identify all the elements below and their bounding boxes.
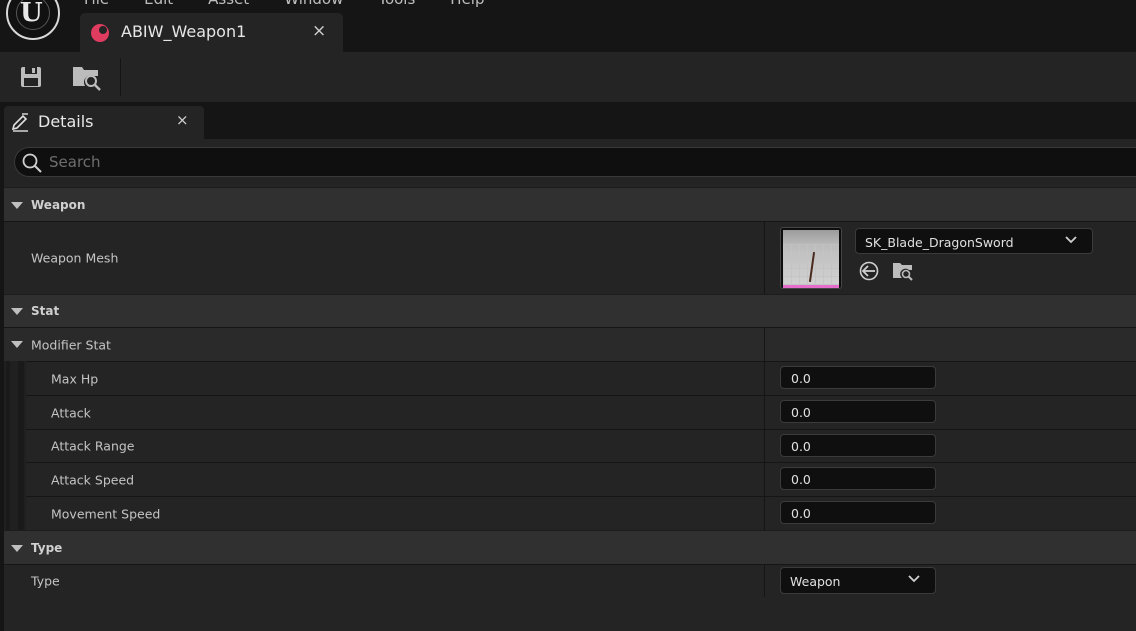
close-details-icon[interactable]: × [176,111,189,129]
document-tab[interactable]: ABIW_Weapon1 × [80,13,343,52]
menu-window[interactable]: Window [284,0,343,8]
menu-tools[interactable]: Tools [378,0,415,8]
category-type[interactable]: Type [4,530,1136,564]
category-label: Modifier Stat [31,337,111,352]
browse-to-asset-icon[interactable] [72,63,102,91]
details-tab-label: Details [38,112,94,131]
attack-input[interactable]: 0.0 [780,400,936,423]
use-selected-asset-icon[interactable] [859,261,879,281]
category-label: Weapon [31,197,86,212]
mesh-asset-value: SK_Blade_DragonSword [865,235,1014,250]
details-tab[interactable]: Details × [4,106,204,139]
property-label: Attack [51,405,91,420]
toolbar-separator [120,58,121,96]
max-hp-input[interactable]: 0.0 [780,366,936,389]
collapse-arrow-icon[interactable] [11,201,23,209]
document-tab-title: ABIW_Weapon1 [121,22,247,41]
menu-file[interactable]: File [84,0,109,8]
menu-help[interactable]: Help [450,0,484,8]
property-row-type: Type [4,564,1136,597]
type-value: Weapon [790,574,841,589]
search-input[interactable] [49,151,1049,173]
details-pencil-icon [11,113,28,132]
property-row-movement-speed: Movement Speed [4,496,1136,530]
toolbar [0,52,1136,102]
search-bar[interactable] [14,147,1136,177]
save-icon[interactable] [19,65,43,89]
property-row-attack-range: Attack Range [4,429,1136,462]
close-tab-icon[interactable]: × [312,21,326,41]
category-weapon[interactable]: Weapon [4,187,1136,221]
chevron-down-icon [908,575,920,583]
collapse-arrow-icon[interactable] [11,308,23,315]
column-separator [764,361,765,530]
column-separator [764,221,765,294]
type-dropdown[interactable]: Weapon [780,567,936,594]
menu-bar: File Edit Asset Window Tools Help [84,0,520,8]
attack-speed-input[interactable]: 0.0 [780,467,936,490]
category-label: Stat [31,304,60,318]
indent-guide [4,361,26,530]
data-asset-icon [91,24,109,42]
property-row-max-hp: Max Hp [4,361,1136,395]
menu-asset[interactable]: Asset [208,0,249,8]
property-label: Type [31,573,60,589]
chevron-down-icon [1065,236,1077,244]
collapse-arrow-icon[interactable] [11,341,23,348]
column-separator [764,564,765,597]
mesh-asset-picker[interactable]: SK_Blade_DragonSword [855,228,1093,254]
browse-asset-icon[interactable] [892,260,914,282]
property-row-attack-speed: Attack Speed [4,462,1136,496]
category-label: Type [31,540,63,555]
movement-speed-input[interactable]: 0.0 [780,501,936,524]
collapse-arrow-icon[interactable] [11,544,23,552]
property-label: Max Hp [51,371,99,386]
attack-range-input[interactable]: 0.0 [780,434,936,457]
category-stat[interactable]: Stat [4,294,1136,327]
category-modifier-stat[interactable]: Modifier Stat [4,327,1136,361]
property-label: Attack Range [51,438,135,454]
property-label: Weapon Mesh [31,250,119,266]
property-label: Attack Speed [51,472,135,487]
mesh-thumbnail[interactable] [780,227,842,289]
property-row-attack: Attack [4,395,1136,429]
search-icon [22,153,42,173]
property-label: Movement Speed [51,506,161,521]
menu-edit[interactable]: Edit [144,0,173,8]
